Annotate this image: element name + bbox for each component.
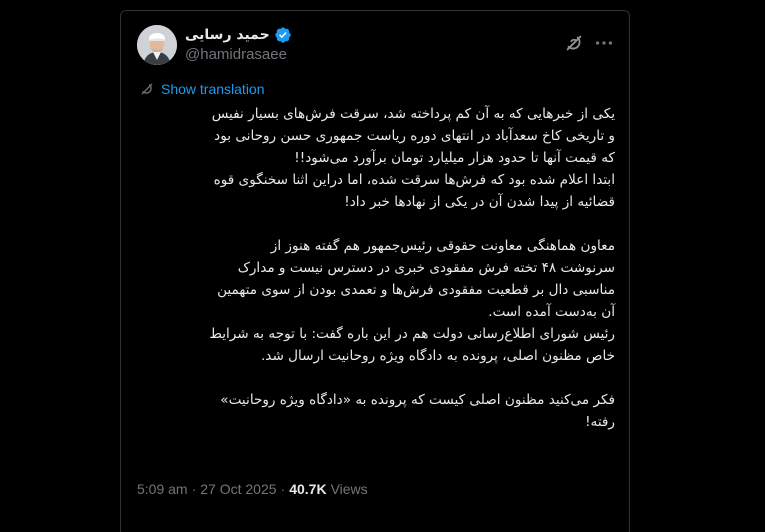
tweet-time[interactable]: 5:09 am: [137, 481, 188, 497]
tweet-text-line: رئیس شورای اطلاع‌رسانی دولت هم در این با…: [209, 326, 615, 342]
tweet-text-line: خاص مظنون اصلی، پرونده به دادگاه ویژه رو…: [260, 348, 615, 364]
tweet-text-line: آن به‌دست آمده است.: [488, 304, 615, 320]
avatar[interactable]: [137, 25, 177, 65]
translate-icon: [139, 81, 155, 97]
tweet-text-line: مناسبی دال بر قطعیت مفقودی فرش‌ها و تعمد…: [217, 282, 615, 298]
display-name-row: حمید رسایی: [185, 26, 292, 44]
tweet-text-line: و تاریخی کاخ سعدآباد در انتهای دوره ریاس…: [214, 128, 615, 144]
tweet-text: یکی از خبرهایی که به آن کم پرداخته شد، س…: [137, 103, 615, 433]
translate-row[interactable]: Show translation: [139, 79, 265, 99]
meta-separator: ·: [191, 481, 197, 497]
tweet-header: حمید رسایی @hamidrasaee: [137, 23, 615, 67]
display-name[interactable]: حمید رسایی: [185, 27, 270, 43]
author-names: حمید رسایی @hamidrasaee: [185, 26, 292, 63]
tweet-date[interactable]: 27 Oct 2025: [200, 481, 276, 497]
tweet-text-line: سرنوشت ۴۸ تخته فرش مفقودی خبری در دسترس …: [237, 260, 615, 276]
views-label: Views: [330, 481, 368, 497]
tweet-text-line: رفته!: [585, 414, 615, 430]
tweet-meta: 5:09 am · 27 Oct 2025 · 40.7K Views: [137, 481, 368, 497]
more-icon[interactable]: [593, 32, 615, 54]
tweet-text-line: قضائیه از پیدا شدن آن در یکی از نهادها خ…: [344, 194, 615, 210]
tweet-text-line: ابتدا اعلام شده بود که فرش‌ها سرقت شده، …: [213, 172, 615, 188]
views-count[interactable]: 40.7K: [289, 481, 326, 497]
tweet-text-line: که قیمت آنها تا حدود هزار میلیارد تومان …: [294, 150, 615, 166]
tweet-text-line: فکر می‌کنید مظنون اصلی کیست که پرونده به…: [220, 392, 615, 408]
tweet-text-line: یکی از خبرهایی که به آن کم پرداخته شد، س…: [211, 106, 615, 122]
tweet-card: حمید رسایی @hamidrasaee Show translation…: [120, 10, 630, 532]
show-translation-link[interactable]: Show translation: [161, 81, 265, 97]
tweet-text-line: معاون هماهنگی معاونت حقوقی رئیس‌جمهور هم…: [270, 238, 615, 254]
meta-separator: ·: [280, 481, 286, 497]
grok-icon[interactable]: [563, 32, 585, 54]
verified-badge-icon: [274, 26, 292, 44]
handle[interactable]: @hamidrasaee: [185, 46, 292, 63]
